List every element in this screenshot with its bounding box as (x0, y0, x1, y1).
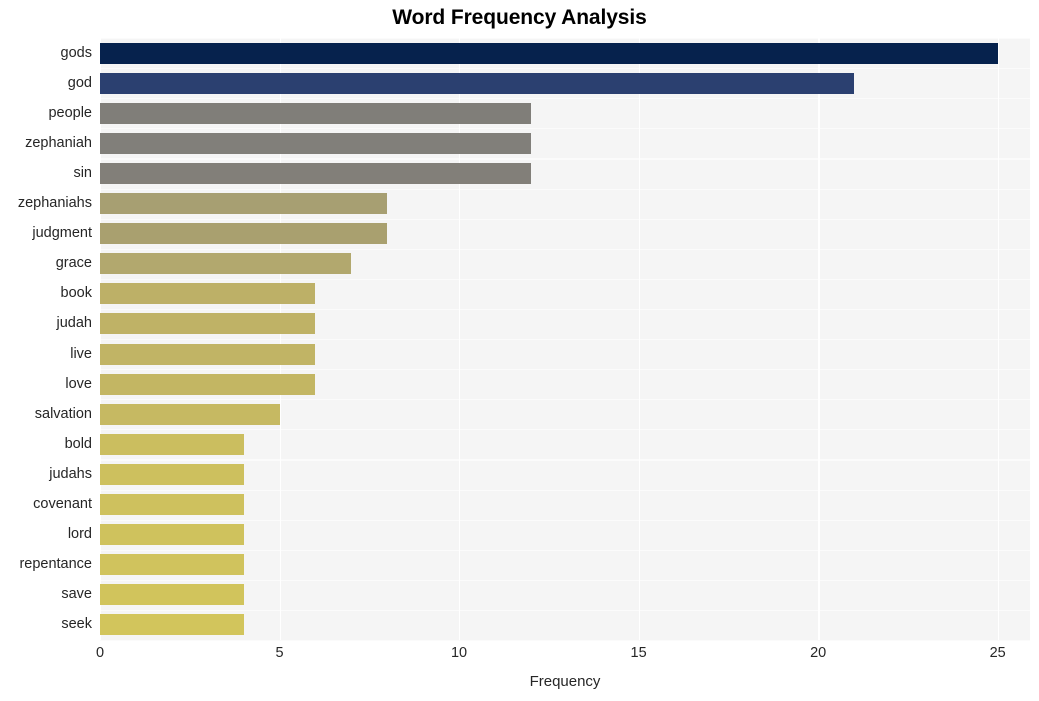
y-axis-tick-label: zephaniah (25, 134, 92, 151)
gridline-horizontal (100, 308, 1030, 311)
gridline-horizontal (100, 609, 1030, 612)
bar (100, 433, 244, 455)
bar-row (100, 102, 1030, 124)
bar (100, 313, 316, 335)
y-axis-tick-label: god (67, 74, 92, 91)
y-axis-tick-labels: gods god people zephaniah sin zephaniahs judgm… (0, 38, 92, 640)
bar-row (100, 494, 1030, 516)
gridline-vertical (818, 38, 820, 640)
y-axis-tick-label: save (61, 586, 92, 603)
bar (100, 554, 244, 576)
bar-row (100, 162, 1030, 184)
y-axis-tick-label: book (60, 285, 92, 302)
bar (100, 102, 531, 124)
y-axis-tick-label: zephaniahs (17, 195, 92, 212)
bar-row (100, 42, 1030, 64)
bar-row (100, 253, 1030, 275)
gridline-horizontal (100, 98, 1030, 100)
y-axis-tick-label: judah (56, 315, 92, 332)
y-axis-tick-label: sin (73, 164, 92, 181)
x-axis-tick-label: 15 (630, 645, 647, 661)
gridline-horizontal (100, 188, 1030, 190)
bar-row (100, 463, 1030, 485)
gridline-horizontal (100, 68, 1030, 70)
chart-title: Word Frequency Analysis (392, 6, 647, 29)
y-axis-tick-label: seek (61, 616, 92, 633)
bar-row (100, 132, 1030, 154)
y-axis-tick-label: judgment (32, 225, 92, 242)
x-axis-tick-label: 10 (450, 645, 468, 661)
gridline-vertical (100, 38, 102, 640)
bar (100, 223, 388, 245)
gridline-horizontal (100, 218, 1030, 220)
bar (100, 614, 244, 636)
gridline-vertical (638, 38, 640, 640)
bar (100, 162, 531, 184)
gridline-horizontal (100, 339, 1030, 341)
y-axis-tick-label: people (48, 104, 92, 121)
gridline-horizontal (100, 489, 1030, 491)
y-axis-tick-label: gods (60, 44, 92, 61)
gridline-vertical (997, 38, 1000, 640)
gridline-horizontal (100, 399, 1030, 401)
gridline-vertical (279, 38, 281, 640)
y-axis-tick-label: repentance (19, 556, 92, 573)
gridline-horizontal (100, 519, 1030, 521)
bar-row (100, 72, 1030, 94)
bar-row (100, 343, 1030, 365)
x-axis-tick-label: 0 (95, 645, 105, 661)
chart-figure: Word Frequency Analysis gods god people zep… (0, 0, 1039, 701)
bar (100, 343, 316, 365)
bar-row (100, 433, 1030, 455)
bar (100, 193, 388, 215)
bar-row (100, 524, 1030, 546)
x-axis-tick-label: 20 (810, 645, 827, 661)
bar (100, 584, 244, 606)
bar (100, 373, 316, 395)
gridline-horizontal (100, 158, 1030, 160)
y-axis-tick-label: covenant (33, 496, 92, 513)
x-axis-tick-label: 25 (989, 645, 1006, 661)
gridline-horizontal (100, 369, 1030, 371)
bar (100, 524, 244, 546)
bar (100, 403, 280, 425)
gridline-horizontal (100, 459, 1030, 461)
bar-row (100, 403, 1030, 425)
bar (100, 494, 244, 516)
bar (100, 463, 244, 485)
gridline-horizontal (100, 128, 1030, 130)
bar-row (100, 584, 1030, 606)
gridline-horizontal (100, 640, 1030, 642)
bar (100, 42, 998, 64)
bar (100, 253, 352, 275)
bar (100, 132, 531, 154)
y-axis-tick-label: love (65, 375, 92, 392)
y-axis-tick-label: lord (67, 526, 92, 543)
gridline-horizontal (100, 248, 1030, 250)
bar-row (100, 373, 1030, 395)
y-axis-tick-label: judahs (49, 465, 92, 482)
bar (100, 72, 855, 94)
bar-row (100, 193, 1030, 215)
gridline-horizontal (100, 549, 1030, 551)
bar-row (100, 283, 1030, 305)
x-axis-label: Frequency (529, 673, 601, 690)
y-axis-tick-label: salvation (34, 405, 92, 422)
gridline-horizontal (100, 579, 1030, 581)
gridline-vertical (459, 38, 461, 640)
y-axis-tick-label: bold (64, 435, 92, 452)
bar-row (100, 554, 1030, 576)
bar-row (100, 614, 1030, 636)
gridline-horizontal (100, 38, 1030, 40)
plot-area (100, 38, 1030, 642)
x-axis-tick-label: 5 (275, 645, 284, 661)
gridline-horizontal (100, 278, 1030, 280)
bar-row (100, 223, 1030, 245)
bar-row (100, 313, 1030, 335)
bar (100, 283, 316, 305)
gridline-horizontal (100, 429, 1030, 431)
y-axis-tick-label: grace (55, 255, 92, 272)
x-axis-tick-labels: 0 5 10 15 20 25 (0, 645, 1039, 669)
y-axis-tick-label: live (70, 345, 92, 362)
